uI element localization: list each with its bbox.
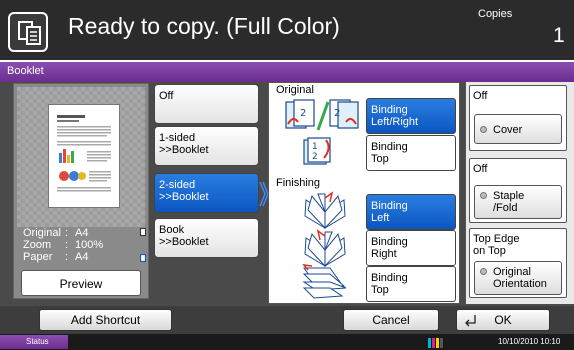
enter-arrow-icon	[463, 310, 477, 336]
orientation-value: Top Edge on Top	[473, 233, 520, 257]
finishing-binding-right-button[interactable]: Binding Right	[366, 230, 456, 266]
original-binding-top-button[interactable]: Binding Top	[366, 135, 456, 171]
mode-book-booklet-button[interactable]: Book >>Booklet	[154, 218, 259, 258]
datetime: 10/10/2010 10:10	[498, 337, 561, 346]
original-value: A4	[75, 227, 89, 239]
function-title-bar: Booklet	[0, 62, 574, 82]
zoom-label: Zoom	[23, 239, 52, 251]
svg-text:2: 2	[312, 152, 318, 162]
paper-value: A4	[75, 251, 89, 263]
finishing-binding-top-button[interactable]: Binding Top	[366, 266, 456, 302]
original-orientation-button[interactable]: Original Orientation	[474, 261, 562, 295]
toner-level-icon	[428, 338, 443, 348]
mode-off-button[interactable]: Off	[154, 84, 259, 124]
preview-button[interactable]: Preview	[21, 270, 141, 296]
cover-setting-box: Off Cover	[469, 85, 567, 151]
finishing-section-label: Finishing	[276, 177, 321, 189]
copy-app-icon[interactable]	[8, 12, 48, 52]
svg-text:2: 2	[300, 108, 306, 119]
finishing-binding-left-icon	[304, 191, 346, 230]
preview-page-image	[48, 104, 120, 208]
add-shortcut-button[interactable]: Add Shortcut	[39, 309, 172, 331]
orientation-setting-box: Top Edge on Top Original Orientation	[469, 228, 567, 298]
original-binding-left-right-button[interactable]: Binding Left/Right	[366, 98, 456, 134]
finishing-binding-top-icon	[302, 264, 347, 299]
finishing-binding-left-button[interactable]: Binding Left	[366, 194, 456, 230]
staple-setting-box: Off Staple /Fold	[469, 158, 567, 223]
ok-button[interactable]: OK	[456, 309, 550, 331]
copies-count: 1	[553, 24, 565, 47]
radio-icon	[480, 192, 487, 199]
binding-top-icon: 1 2	[303, 137, 331, 165]
paper-size-row: Paper : A4	[23, 251, 89, 263]
zoom-value: 100%	[75, 239, 104, 251]
paper-tray-icon	[140, 254, 146, 262]
original-section-label: Original	[276, 84, 314, 96]
paper-label: Paper	[23, 251, 53, 263]
mode-2sided-booklet-button[interactable]: 2-sided >>Booklet	[154, 173, 259, 213]
binding-left-right-icon: 2 2	[285, 99, 359, 131]
svg-text:2: 2	[334, 108, 340, 119]
svg-text:1: 1	[312, 142, 318, 152]
copies-label: Copies	[478, 8, 513, 20]
cancel-button[interactable]: Cancel	[343, 309, 439, 331]
cover-button[interactable]: Cover	[474, 114, 562, 144]
original-orientation-icon	[140, 228, 146, 236]
page-title: Ready to copy. (Full Color)	[68, 13, 340, 39]
status-button[interactable]: Status	[0, 335, 68, 349]
finishing-binding-right-icon	[304, 229, 346, 268]
staple-value: Off	[473, 163, 488, 175]
radio-icon	[480, 126, 487, 133]
original-label: Original	[23, 227, 61, 239]
staple-fold-button[interactable]: Staple /Fold	[474, 185, 562, 219]
mode-1sided-booklet-button[interactable]: 1-sided >>Booklet	[154, 126, 259, 166]
radio-icon	[480, 268, 487, 275]
cover-value: Off	[473, 90, 488, 102]
status-bar	[0, 334, 574, 350]
